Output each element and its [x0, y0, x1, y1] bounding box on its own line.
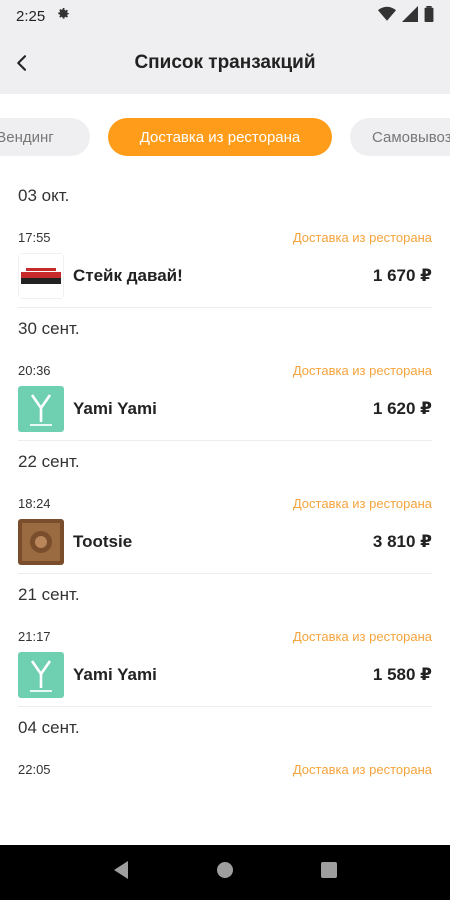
category-tabs: Вендинг Доставка из ресторана Самовывоз — [0, 95, 450, 175]
battery-icon — [424, 5, 434, 27]
transaction-row[interactable]: Стейк давай! 1 670 ₽ — [18, 253, 432, 308]
transaction-amount: 3 810 ₽ — [372, 532, 432, 551]
steak-logo-icon — [18, 253, 64, 299]
status-bar: 2:25 — [0, 0, 450, 32]
tab-pickup[interactable]: Самовывоз — [350, 118, 450, 156]
transactions-list[interactable]: 03 окт. 17:55 Доставка из ресторана Стей… — [0, 175, 450, 845]
app-bar: Список транзакций — [0, 32, 450, 94]
transaction-group: 30 сент. 20:36 Доставка из ресторана Yam… — [0, 308, 450, 441]
tootsie-logo-icon — [18, 519, 64, 565]
group-date: 21 сент. — [18, 585, 80, 604]
transaction-type: Доставка из ресторана — [292, 229, 432, 245]
nav-recents-icon[interactable] — [320, 861, 338, 884]
wifi-icon — [378, 6, 396, 27]
transaction-row[interactable]: Tootsie 3 810 ₽ — [18, 519, 432, 574]
transaction-time: 20:36 — [18, 362, 51, 378]
nav-back-icon[interactable] — [112, 860, 130, 885]
transaction-type: Доставка из ресторана — [292, 628, 432, 644]
status-time: 2:25 — [16, 7, 46, 25]
merchant-name: Yami Yami — [73, 665, 157, 684]
group-date: 03 окт. — [18, 186, 70, 205]
transaction-amount: 1 670 ₽ — [372, 266, 432, 285]
transaction-group: 22 сент. 18:24 Доставка из ресторана Too… — [0, 441, 450, 574]
nav-home-icon[interactable] — [215, 860, 235, 885]
transaction-amount: 1 620 ₽ — [372, 399, 432, 418]
transaction-type: Доставка из ресторана — [292, 495, 432, 511]
transaction-row[interactable]: Yami Yami 1 620 ₽ — [18, 386, 432, 441]
transaction-group: 21 сент. 21:17 Доставка из ресторана Yam… — [0, 574, 450, 707]
transaction-type: Доставка из ресторана — [292, 761, 432, 777]
group-date: 22 сент. — [18, 452, 80, 471]
transaction-type: Доставка из ресторана — [292, 362, 432, 378]
tab-restaurant-delivery[interactable]: Доставка из ресторана — [108, 118, 332, 156]
transaction-time: 22:05 — [18, 761, 51, 777]
transaction-time: 17:55 — [18, 229, 51, 245]
merchant-name: Tootsie — [73, 532, 133, 551]
system-nav-bar — [0, 845, 450, 900]
group-date: 04 сент. — [18, 718, 80, 737]
yami-logo-icon — [18, 386, 64, 432]
transaction-group: 04 сент. 22:05 Доставка из ресторана — [0, 707, 450, 785]
transaction-group: 03 окт. 17:55 Доставка из ресторана Стей… — [0, 175, 450, 308]
back-button[interactable] — [4, 45, 40, 81]
transaction-time: 21:17 — [18, 628, 51, 644]
transaction-amount: 1 580 ₽ — [372, 665, 432, 684]
yami-logo-icon — [18, 652, 64, 698]
back-arrow-icon — [17, 55, 27, 71]
settings-icon — [55, 6, 71, 27]
transaction-row[interactable]: Yami Yami 1 580 ₽ — [18, 652, 432, 707]
tab-vending[interactable]: Вендинг — [0, 118, 90, 156]
signal-icon — [402, 5, 418, 27]
transaction-time: 18:24 — [18, 495, 51, 511]
merchant-name: Yami Yami — [73, 399, 157, 418]
group-date: 30 сент. — [18, 319, 80, 338]
merchant-name: Стейк давай! — [73, 266, 183, 285]
page-title: Список транзакций — [134, 52, 316, 73]
